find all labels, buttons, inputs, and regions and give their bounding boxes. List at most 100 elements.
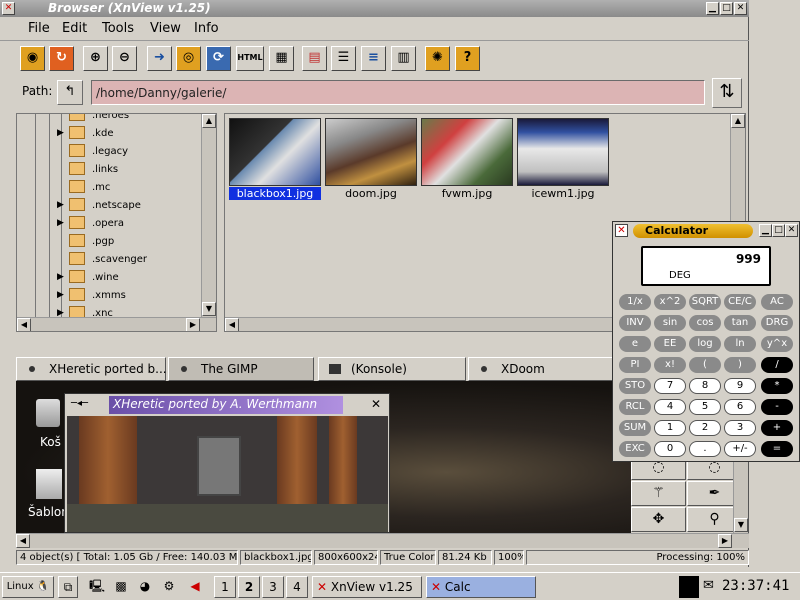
expand-arrow-icon[interactable]: ▶ [57,290,64,300]
calc-key[interactable]: ( [689,357,721,373]
maximize-button[interactable]: □ [720,2,733,15]
desktop-4[interactable]: 4 [286,576,308,598]
calc-key[interactable]: 5 [689,399,721,415]
thumbnail-label-doom[interactable]: doom.jpg [325,187,417,200]
close-button[interactable]: ✕ [785,224,798,237]
thumbnail-blackbox1[interactable] [229,118,321,186]
expand-arrow-icon[interactable]: ▶ [57,218,64,228]
calc-key[interactable]: sin [654,315,686,331]
scroll-up-icon[interactable]: ▲ [202,114,216,128]
xheretic-title[interactable]: XHeretic ported by A. Werthmann [109,396,343,414]
calc-key[interactable]: . [689,441,721,457]
desktop-label-templates[interactable]: Šablon [28,505,69,519]
calc-key[interactable]: y^x [761,336,793,352]
tree-vscroll[interactable]: ▲ ▼ [201,114,216,317]
tab-xheretic[interactable]: XHeretic ported b... [16,357,167,381]
calc-key[interactable]: SQRT [689,294,721,310]
calc-key[interactable]: 4 [654,399,686,415]
calc-key[interactable]: tan [724,315,756,331]
close-icon[interactable]: ✕ [2,2,15,15]
calc-key[interactable]: PI [619,357,651,373]
tab-konsole[interactable]: (Konsole) [318,357,466,381]
pin-icon[interactable]: ─◂─ [71,398,88,409]
calc-key[interactable]: 1 [654,420,686,436]
calc-key[interactable]: INV [619,315,651,331]
scroll-down-icon[interactable]: ▼ [734,518,748,532]
calc-key[interactable]: +/- [724,441,756,457]
desktop-3[interactable]: 3 [262,576,284,598]
thumbs-icon[interactable]: ▤ [302,46,327,71]
arrow-icon[interactable]: ◀ [184,576,206,598]
gimp-icon[interactable]: ◕ [134,576,156,598]
camera-icon[interactable]: ◎ [176,46,201,71]
close-icon[interactable]: ✕ [615,224,628,237]
task-calc[interactable]: ✕ Calc [426,576,536,598]
zoom-in-icon[interactable]: ⊕ [83,46,108,71]
scroll-right-icon[interactable]: ▶ [718,534,732,548]
scroll-left-icon[interactable]: ◀ [16,534,30,548]
thumbnail-doom[interactable] [325,118,417,186]
computer-icon[interactable]: 🖳 [86,576,108,598]
calc-key[interactable]: ) [724,357,756,373]
html-icon[interactable]: HTML [236,46,264,71]
menu-view[interactable]: View [150,21,181,36]
calc-key[interactable]: cos [689,315,721,331]
expand-arrow-icon[interactable]: ▶ [57,272,64,282]
calc-key[interactable]: x! [654,357,686,373]
calc-key[interactable]: EE [654,336,686,352]
expand-arrow-icon[interactable]: ▶ [57,200,64,210]
minimize-button[interactable]: ▁ [706,2,719,15]
calc-key[interactable]: DRG [761,315,793,331]
zoom-out-icon[interactable]: ⊖ [112,46,137,71]
scroll-left-icon[interactable]: ◀ [225,318,239,331]
settings-icon[interactable]: ✺ [425,46,450,71]
calculator-title[interactable]: Calculator [633,224,753,238]
columns-icon[interactable]: ▥ [391,46,416,71]
minimize-button[interactable]: ▁ [759,224,772,237]
desktop-2[interactable]: 2 [238,576,260,598]
calc-key[interactable]: STO [619,378,651,394]
calc-key[interactable]: 7 [654,378,686,394]
calc-key[interactable]: / [761,357,793,373]
thumbnail-fvwm[interactable] [421,118,513,186]
grid-icon[interactable]: ▦ [269,46,294,71]
calc-key[interactable]: log [689,336,721,352]
calc-key[interactable]: - [761,399,793,415]
calc-key[interactable]: x^2 [654,294,686,310]
calc-key[interactable]: 6 [724,399,756,415]
lines-icon[interactable]: ≡ [361,46,386,71]
refresh-icon[interactable]: ↻ [49,46,74,71]
tree-hscroll[interactable]: ◀ ▶ [17,317,216,331]
mail-icon[interactable]: ✉ [703,578,714,593]
calc-key[interactable]: 3 [724,420,756,436]
calc-key[interactable]: = [761,441,793,457]
calc-key[interactable]: SUM [619,420,651,436]
scroll-right-icon[interactable]: ▶ [186,318,200,331]
cycle-icon[interactable]: ⟳ [206,46,231,71]
task-xnview[interactable]: ✕ XnView v1.25 [312,576,422,598]
thumbnail-label-icewm1[interactable]: icewm1.jpg [517,187,609,200]
palette-icon[interactable]: ▩ [110,576,132,598]
windows-icon[interactable]: ⧉ [58,576,78,598]
help-icon[interactable]: ? [455,46,480,71]
calc-key[interactable]: ln [724,336,756,352]
calc-key[interactable]: CE/C [724,294,756,310]
calc-key[interactable]: 0 [654,441,686,457]
template-folder-icon[interactable] [36,469,62,499]
menu-tools[interactable]: Tools [102,21,134,36]
thumbnail-icewm1[interactable] [517,118,609,186]
maximize-button[interactable]: □ [772,224,785,237]
scroll-up-icon[interactable]: ▲ [731,114,745,128]
eye-icon[interactable]: ◉ [20,46,45,71]
calc-key[interactable]: 8 [689,378,721,394]
parent-folder-button[interactable]: ↰ [57,80,83,105]
tool-wand-icon[interactable]: ⚚ [631,481,686,506]
title-bar[interactable]: ✕ Browser (XnView v1.25) ▁ □ ✕ [0,0,749,17]
menu-info[interactable]: Info [194,21,219,36]
scroll-left-icon[interactable]: ◀ [17,318,31,331]
calc-key[interactable]: 2 [689,420,721,436]
desktop-hscroll[interactable]: ◀ ▶ [16,533,749,548]
start-button[interactable]: Linux 🐧 [2,576,54,598]
thumbnail-label-blackbox1[interactable]: blackbox1.jpg [229,187,321,200]
menu-file[interactable]: File [28,21,50,36]
